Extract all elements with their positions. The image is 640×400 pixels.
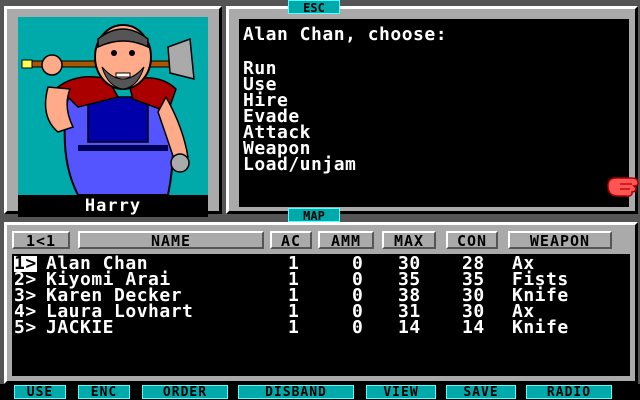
member-con: 14 <box>462 317 485 338</box>
col-amm: AMM <box>318 231 374 249</box>
col-ac: AC <box>270 231 312 249</box>
col-max: MAX <box>382 231 436 249</box>
order-button[interactable]: ORDER <box>142 385 228 400</box>
disband-button[interactable]: DISBAND <box>238 385 354 400</box>
message-panel: Alan Chan, choose: Run Use Hire Evade At… <box>226 6 638 214</box>
portrait-name: Harry <box>18 195 208 217</box>
harry-portrait-icon <box>21 24 195 195</box>
character-portrait <box>18 17 208 195</box>
view-button[interactable]: VIEW <box>366 385 436 400</box>
radio-button[interactable]: RADIO <box>526 385 612 400</box>
col-con: CON <box>446 231 498 249</box>
member-slot: 5> <box>14 317 37 338</box>
col-name: NAME <box>78 231 264 249</box>
party-roster: 1> Alan Chan 1 0 30 28 Ax 2> Kiyomi Arai… <box>12 254 630 376</box>
enc-button[interactable]: ENC <box>78 385 130 400</box>
portrait-panel: Harry <box>4 6 222 217</box>
col-weapon: WEAPON <box>508 231 612 249</box>
message-box: Alan Chan, choose: Run Use Hire Evade At… <box>239 19 629 207</box>
esc-button[interactable]: ESC <box>288 0 340 15</box>
member-weapon: Knife <box>512 317 569 338</box>
option-load-unjam[interactable]: Load/unjam <box>243 156 356 174</box>
page-indicator[interactable]: 1<1 <box>12 231 70 249</box>
map-button[interactable]: MAP <box>288 208 340 223</box>
member-max: 14 <box>398 317 421 338</box>
party-row-5[interactable]: 5> JACKIE 1 0 14 14 Knife <box>12 317 630 338</box>
pointing-hand-icon <box>607 177 639 197</box>
member-name: JACKIE <box>46 317 115 338</box>
member-ac: 1 <box>288 317 300 338</box>
member-amm: 0 <box>352 317 364 338</box>
use-button[interactable]: USE <box>14 385 66 400</box>
save-button[interactable]: SAVE <box>446 385 516 400</box>
message-prompt: Alan Chan, choose: <box>243 24 448 45</box>
